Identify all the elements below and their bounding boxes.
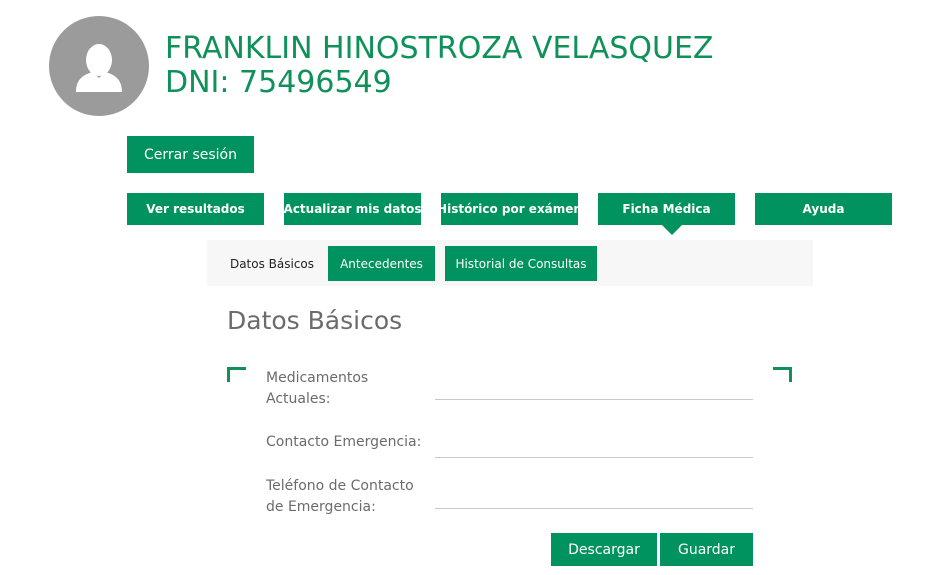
logout-button[interactable]: Cerrar sesión — [127, 136, 254, 173]
nav-ayuda[interactable]: Ayuda — [755, 193, 892, 225]
nav-actualizar-datos[interactable]: Actualizar mis datos — [284, 193, 421, 225]
user-name: FRANKLIN HINOSTROZA VELASQUEZ — [165, 31, 714, 66]
tab-historial-consultas[interactable]: Historial de Consultas — [445, 246, 597, 281]
emergency-contact-input[interactable] — [435, 430, 753, 458]
medications-label: Medicamentos Actuales: — [266, 370, 369, 407]
nav-historico-examen[interactable]: Histórico por exámen — [437, 193, 582, 225]
subtabs-bar: Datos Básicos Antecedentes Historial de … — [207, 240, 813, 286]
corner-bracket-left — [227, 367, 246, 382]
emergency-contact-label: Contacto Emergencia: — [266, 434, 422, 450]
user-dni: DNI: 75496549 — [165, 65, 392, 100]
medications-input[interactable] — [435, 372, 753, 400]
user-silhouette-icon — [76, 44, 122, 92]
emergency-phone-input[interactable] — [435, 481, 753, 509]
emergency-phone-label: Teléfono de Contacto de Emergencia: — [266, 478, 414, 515]
nav-ver-resultados[interactable]: Ver resultados — [127, 193, 264, 225]
section-title: Datos Básicos — [227, 306, 403, 335]
active-nav-indicator — [662, 225, 682, 235]
tab-datos-basicos[interactable]: Datos Básicos — [217, 246, 327, 281]
nav-ficha-medica[interactable]: Ficha Médica — [598, 193, 735, 225]
download-button[interactable]: Descargar — [551, 533, 657, 566]
save-button[interactable]: Guardar — [660, 533, 753, 566]
corner-bracket-right — [773, 367, 792, 382]
tab-antecedentes[interactable]: Antecedentes — [328, 246, 435, 281]
avatar — [49, 16, 149, 116]
